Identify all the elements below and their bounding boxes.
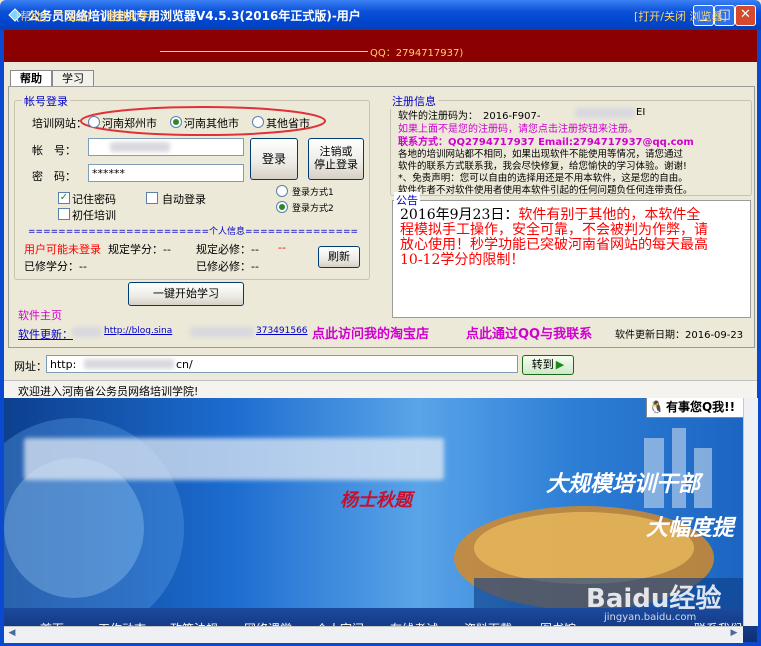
address-redacted xyxy=(84,359,174,369)
banner-slogan2: 大幅度提 xyxy=(646,516,735,541)
menu-qq: QQ：2794717937) xyxy=(370,48,464,59)
required-mandatory-dash: -- xyxy=(278,241,286,254)
not-logged-text: 用户可能未登录 xyxy=(24,243,101,256)
required-score: 规定学分：-- xyxy=(108,243,171,256)
register-code-tail: EI xyxy=(636,107,646,118)
site-radio-other-city[interactable] xyxy=(170,116,182,128)
earned-mandatory: 已修必修：-- xyxy=(196,260,259,273)
refresh-button[interactable]: 刷新 xyxy=(318,246,360,268)
tab-study[interactable]: 学习 xyxy=(52,70,94,87)
register-code-redacted xyxy=(575,108,635,118)
web-scrollbar-vertical[interactable] xyxy=(743,398,758,626)
logout-button[interactable]: 注销或 停止登录 xyxy=(308,138,364,180)
notice-title: 公告 xyxy=(394,192,420,208)
banner-slogan1: 大规模培训干部 xyxy=(546,472,701,497)
baidu-watermark: Baidu经验 xyxy=(586,584,722,614)
address-label: 网址： xyxy=(14,360,47,373)
scroll-left-arrow-icon[interactable]: ◀ xyxy=(6,628,18,640)
update-url[interactable]: http://blog.sina xyxy=(104,326,172,336)
address-value-tail: cn/ xyxy=(176,358,193,371)
web-scrollbar-horizontal[interactable] xyxy=(4,626,743,643)
welcome-text: 欢迎进入河南省公务员网络培训学院! xyxy=(18,385,199,398)
account-redacted xyxy=(110,142,170,152)
initial-training-label: 初任培训 xyxy=(72,209,116,222)
login-mode1-label: 登录方式1 xyxy=(292,188,334,198)
update-link[interactable]: 软件更新： xyxy=(18,326,73,342)
site-label-other-city: 河南其他市 xyxy=(184,117,239,130)
login-mode2-radio[interactable] xyxy=(276,201,288,213)
account-label: 帐 号： xyxy=(32,144,76,157)
go-arrow-icon: ▶ xyxy=(555,358,565,371)
banner-calligraphy: 杨士秋题 xyxy=(340,490,412,511)
personal-info-divider: ========================个人信息============… xyxy=(28,227,358,237)
remember-checkbox[interactable]: ✓ xyxy=(58,192,70,204)
login-mode1-radio[interactable] xyxy=(276,185,288,197)
menu-login-helper[interactable]: [登陆助手] xyxy=(102,8,155,24)
autologin-label: 自动登录 xyxy=(162,193,206,206)
initial-training-checkbox[interactable] xyxy=(58,208,70,220)
go-button-label: 转到 xyxy=(531,358,554,371)
password-input[interactable]: ****** xyxy=(88,164,244,182)
menu-open-close-browser[interactable]: [打开/关闭 浏览器] xyxy=(634,8,727,24)
start-study-button[interactable]: 一键开始学习 xyxy=(128,282,244,306)
go-button[interactable]: 转到 ▶ xyxy=(522,355,574,375)
site-label-other-province: 其他省市 xyxy=(266,117,310,130)
site-label-zhengzhou: 河南郑州市 xyxy=(102,117,157,130)
site-radio-other-province[interactable] xyxy=(252,116,264,128)
update-date: 软件更新日期：2016-09-23 xyxy=(615,330,744,341)
required-mandatory: 规定必修：-- xyxy=(196,243,259,256)
account-group-title: 帐号登录 xyxy=(22,93,70,109)
earned-score: 已修学分：-- xyxy=(24,260,87,273)
address-value-head: http: xyxy=(50,358,77,371)
taobao-shop-link[interactable]: 点此访问我的淘宝店 xyxy=(312,323,429,342)
update-url-redacted xyxy=(72,327,102,337)
qq-badge-text: 有事您Q我!! xyxy=(665,400,736,414)
update-id-redacted xyxy=(190,327,254,337)
logout-button-line2: 停止登录 xyxy=(314,158,358,171)
notice-date: 2016年9月23日： xyxy=(400,207,519,223)
baidu-watermark-url: jingyan.baidu.com xyxy=(604,612,697,623)
site-radio-zhengzhou[interactable] xyxy=(88,116,100,128)
software-home-link[interactable]: 软件主页 xyxy=(18,307,62,323)
close-button[interactable]: ✕ xyxy=(735,5,756,26)
notice-content: 2016年9月23日：软件有别于其他的，本软件全程模拟手工操作，安全可靠，不会被… xyxy=(400,208,710,268)
qq-contact-link[interactable]: 点此通过QQ与我联系 xyxy=(466,323,592,342)
penguin-icon: 🐧 xyxy=(649,400,664,414)
menu-help[interactable]: [帮助] xyxy=(16,8,47,24)
logout-button-line1: 注销或 xyxy=(319,145,353,158)
remember-label: 记住密码 xyxy=(72,193,116,206)
login-button[interactable]: 登录 xyxy=(250,138,298,180)
login-mode2-label: 登录方式2 xyxy=(292,204,334,214)
register-line6: 软件作者不对软件使用者使用本软件引起的任何问题负任何连带责任。 xyxy=(398,185,693,196)
menu-underline xyxy=(160,51,368,52)
site-name-redacted xyxy=(24,438,444,480)
menu-register[interactable]: [注册] xyxy=(60,8,91,24)
scroll-right-arrow-icon[interactable]: ▶ xyxy=(728,628,740,640)
web-content[interactable]: 杨士秋题 大规模培训干部 大幅度提 🐧有事您Q我!! 首页 工作动态 政策法规 … xyxy=(4,398,757,642)
autologin-checkbox[interactable] xyxy=(146,192,158,204)
password-label: 密 码： xyxy=(32,170,76,183)
tab-help[interactable]: 帮助 xyxy=(10,70,52,87)
qq-badge[interactable]: 🐧 有事您Q我!! xyxy=(646,398,754,418)
update-id[interactable]: 373491566 xyxy=(256,326,308,336)
